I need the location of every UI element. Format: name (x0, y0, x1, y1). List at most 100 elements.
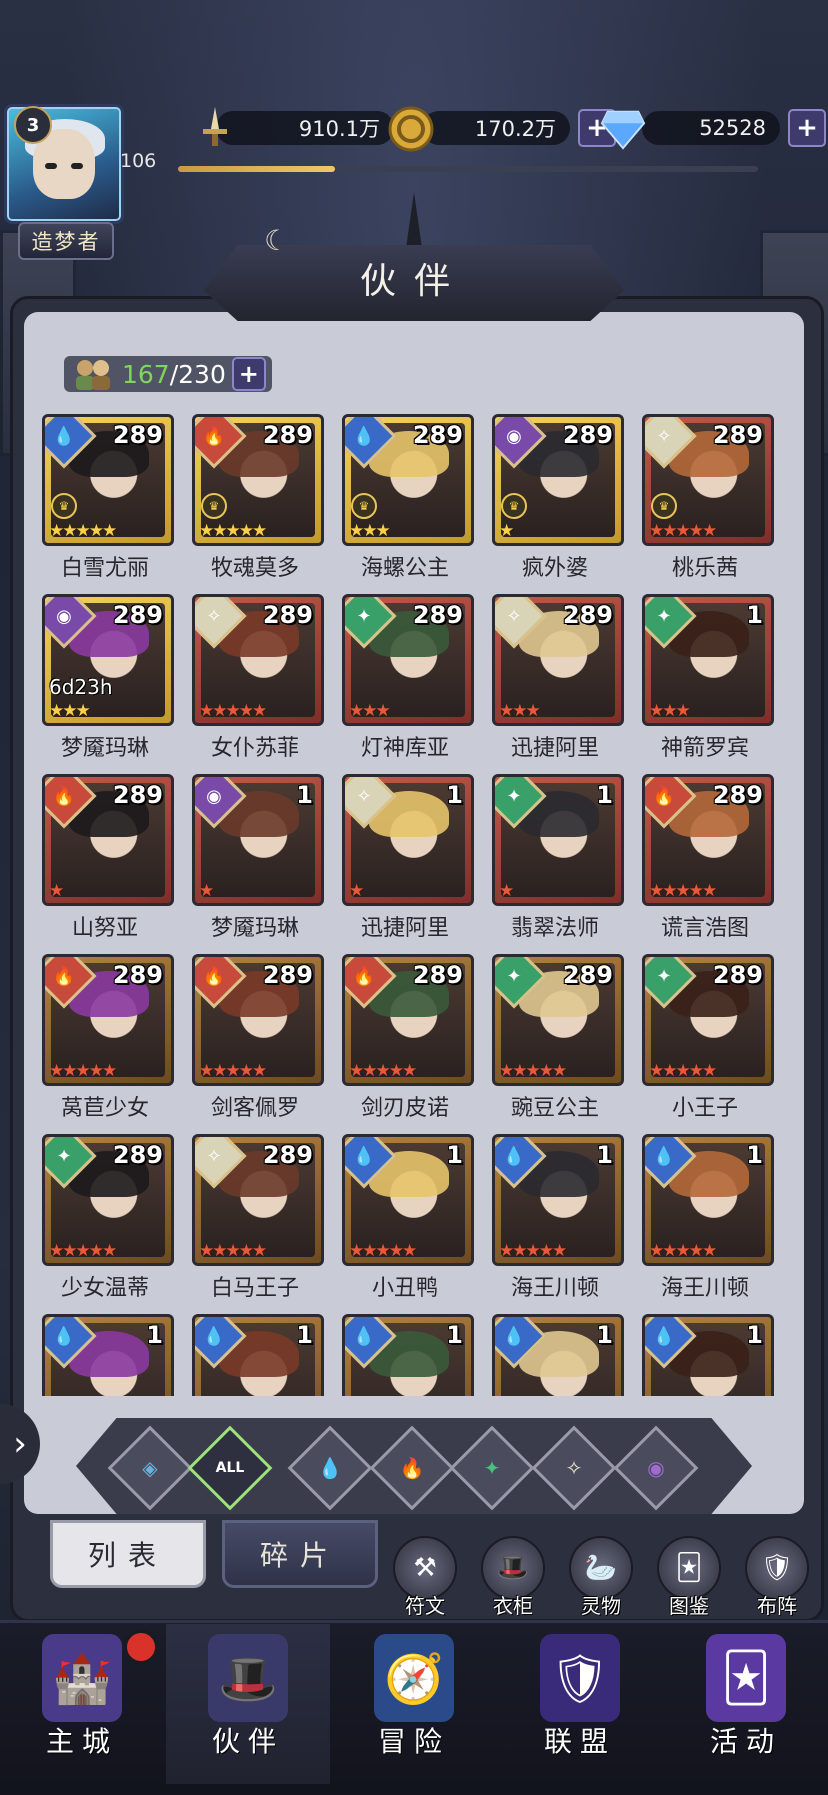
nav-label: 联盟 (543, 1725, 616, 1758)
hero-name: 牧魂莫多 (210, 556, 299, 581)
hero-card[interactable]: 🔥 289 ★★★★★ 莴苣少女 (42, 954, 174, 1121)
rune-button[interactable]: ⚒ 符文 (388, 1536, 462, 1619)
hero-card[interactable]: ✧ 289 ♛ ★★★★★ 桃乐茜 (642, 414, 774, 581)
hero-level: 1 (746, 1321, 763, 1349)
crown-icon: ♛ (351, 493, 377, 519)
hero-card[interactable]: 💧 1 (642, 1314, 774, 1396)
hero-level: 1 (596, 1321, 613, 1349)
hero-card[interactable]: ✦ 289 ★★★ 灯神库亚 (342, 594, 474, 761)
hero-card[interactable]: ◉ 289 6d23h ★★★ 梦魇玛琳 (42, 594, 174, 761)
hero-card[interactable]: 💧 1 (492, 1314, 624, 1396)
hero-stars: ★ (499, 521, 514, 541)
hero-stars: ★★★★★ (499, 1241, 567, 1261)
nav-adventure[interactable]: 🧭 冒险 (332, 1624, 496, 1784)
player-title[interactable]: 造梦者 (18, 222, 114, 260)
notification-dot (124, 1630, 158, 1664)
hero-stars: ★★★★★ (649, 881, 717, 901)
tab-fragments[interactable]: 碎片 (222, 1520, 378, 1588)
hero-card[interactable]: ✦ 289 ★★★★★ 小王子 (642, 954, 774, 1121)
party-icon (76, 360, 110, 390)
nav-alliance[interactable]: 🛡 联盟 (498, 1624, 662, 1784)
nav-label: 冒险 (377, 1725, 450, 1758)
hero-card[interactable]: 🔥 289 ♛ ★★★★★ 牧魂莫多 (192, 414, 324, 581)
hero-card[interactable]: ✧ 289 ★★★ 迅捷阿里 (492, 594, 624, 761)
power-value: 910.1万 (216, 111, 394, 145)
hero-card[interactable]: 💧 1 (192, 1314, 324, 1396)
hero-stars: ★★★★★ (199, 1061, 267, 1081)
vip-level-badge: 3 (14, 106, 52, 144)
spirit-button[interactable]: 🦢 灵物 (564, 1536, 638, 1619)
hero-portrait: 💧 1 ★★★★★ (642, 1134, 774, 1266)
hero-portrait: ✧ 1 ★ (342, 774, 474, 906)
hero-name: 迅捷阿里 (360, 916, 449, 941)
hero-portrait: 💧 1 (342, 1314, 474, 1396)
hero-portrait: ◉ 289 6d23h ★★★ (42, 594, 174, 726)
hero-card[interactable]: 🔥 289 ★ 山努亚 (42, 774, 174, 941)
hero-card[interactable]: 💧 1 ★★★★★ 海王川顿 (492, 1134, 624, 1301)
hero-portrait: ✧ 289 ★★★ (492, 594, 624, 726)
add-diamond-button[interactable]: + (788, 109, 826, 147)
hero-card[interactable]: 💧 1 ★★★★★ 海王川顿 (642, 1134, 774, 1301)
hero-card[interactable]: 💧 1 ★★★★★ 小丑鸭 (342, 1134, 474, 1301)
diamond-icon (600, 106, 646, 152)
hero-card[interactable]: 💧 1 (42, 1314, 174, 1396)
dark-eye-icon: ◉ (647, 1456, 665, 1480)
hero-name: 海王川顿 (660, 1276, 749, 1301)
sword-icon (192, 104, 238, 150)
hero-name: 海螺公主 (360, 556, 449, 581)
hero-stars: ★ (199, 881, 214, 901)
hero-card[interactable]: 🔥 289 ★★★★★ 剑客佩罗 (192, 954, 324, 1121)
hero-portrait: ✦ 289 ★★★★★ (642, 954, 774, 1086)
alliance-icon: 🛡 (540, 1634, 620, 1722)
hero-stars: ★★★★★ (49, 1061, 117, 1081)
hero-level: 289 (262, 1141, 313, 1169)
hero-card[interactable]: ✦ 289 ★★★★★ 少女温蒂 (42, 1134, 174, 1301)
hero-card[interactable]: ◉ 1 ★ 梦魇玛琳 (192, 774, 324, 941)
hero-stars: ★★★★★ (199, 701, 267, 721)
wind-icon: ✦ (483, 1456, 501, 1480)
hero-portrait: 💧 289 ♛ ★★★ (342, 414, 474, 546)
hero-level: 289 (262, 421, 313, 449)
hero-card[interactable]: ◉ 289 ♛ ★ 疯外婆 (492, 414, 624, 581)
hero-level: 289 (262, 961, 313, 989)
hero-card[interactable]: ✧ 289 ★★★★★ 白马王子 (192, 1134, 324, 1301)
hero-level: 1 (446, 781, 463, 809)
formation-button[interactable]: 🛡 布阵 (740, 1536, 814, 1619)
hero-level: 1 (446, 1321, 463, 1349)
hero-card[interactable]: 💧 289 ♛ ★★★★★ 白雪尤丽 (42, 414, 174, 581)
hero-portrait: 💧 289 ♛ ★★★★★ (42, 414, 174, 546)
hero-level: 289 (712, 421, 763, 449)
hero-portrait: 💧 1 (42, 1314, 174, 1396)
hero-name: 翡翠法师 (510, 916, 599, 941)
main-city-icon: 🏰 (42, 1634, 122, 1722)
hero-portrait: ✧ 289 ★★★★★ (192, 1134, 324, 1266)
player-level: 106 (120, 150, 157, 172)
hero-portrait: ✦ 1 ★ (492, 774, 624, 906)
hero-portrait: 🔥 289 ♛ ★★★★★ (192, 414, 324, 546)
hero-level: 289 (562, 961, 613, 989)
crown-icon: ♛ (651, 493, 677, 519)
hero-name: 小丑鸭 (371, 1276, 438, 1301)
expand-capacity-button[interactable]: + (231, 357, 266, 391)
tool-label: 灵物 (581, 1594, 621, 1618)
hero-level: 1 (146, 1321, 163, 1349)
hero-card[interactable]: 🔥 289 ★★★★★ 谎言浩图 (642, 774, 774, 941)
hero-card[interactable]: 🔥 289 ★★★★★ 剑刃皮诺 (342, 954, 474, 1121)
hero-card[interactable]: ✦ 1 ★★★ 神箭罗宾 (642, 594, 774, 761)
codex-button[interactable]: 🃏 图鉴 (652, 1536, 726, 1619)
hero-level: 289 (112, 1141, 163, 1169)
wardrobe-button[interactable]: 🎩 衣柜 (476, 1536, 550, 1619)
tab-list[interactable]: 列表 (50, 1520, 206, 1588)
hero-card[interactable]: ✦ 1 ★ 翡翠法师 (492, 774, 624, 941)
nav-partners[interactable]: 🎩 伙伴 (166, 1624, 330, 1784)
hero-portrait: ✦ 289 ★★★★★ (42, 1134, 174, 1266)
hero-card[interactable]: 💧 1 (342, 1314, 474, 1396)
hero-level: 289 (112, 961, 163, 989)
hero-card[interactable]: 💧 289 ♛ ★★★ 海螺公主 (342, 414, 474, 581)
hero-capacity: /230 (169, 359, 226, 389)
hero-card[interactable]: ✦ 289 ★★★★★ 豌豆公主 (492, 954, 624, 1121)
nav-events[interactable]: 🃏 活动 (664, 1624, 828, 1784)
hero-card[interactable]: ✧ 289 ★★★★★ 女仆苏菲 (192, 594, 324, 761)
hero-count: 167 /230 + (64, 356, 272, 392)
hero-card[interactable]: ✧ 1 ★ 迅捷阿里 (342, 774, 474, 941)
